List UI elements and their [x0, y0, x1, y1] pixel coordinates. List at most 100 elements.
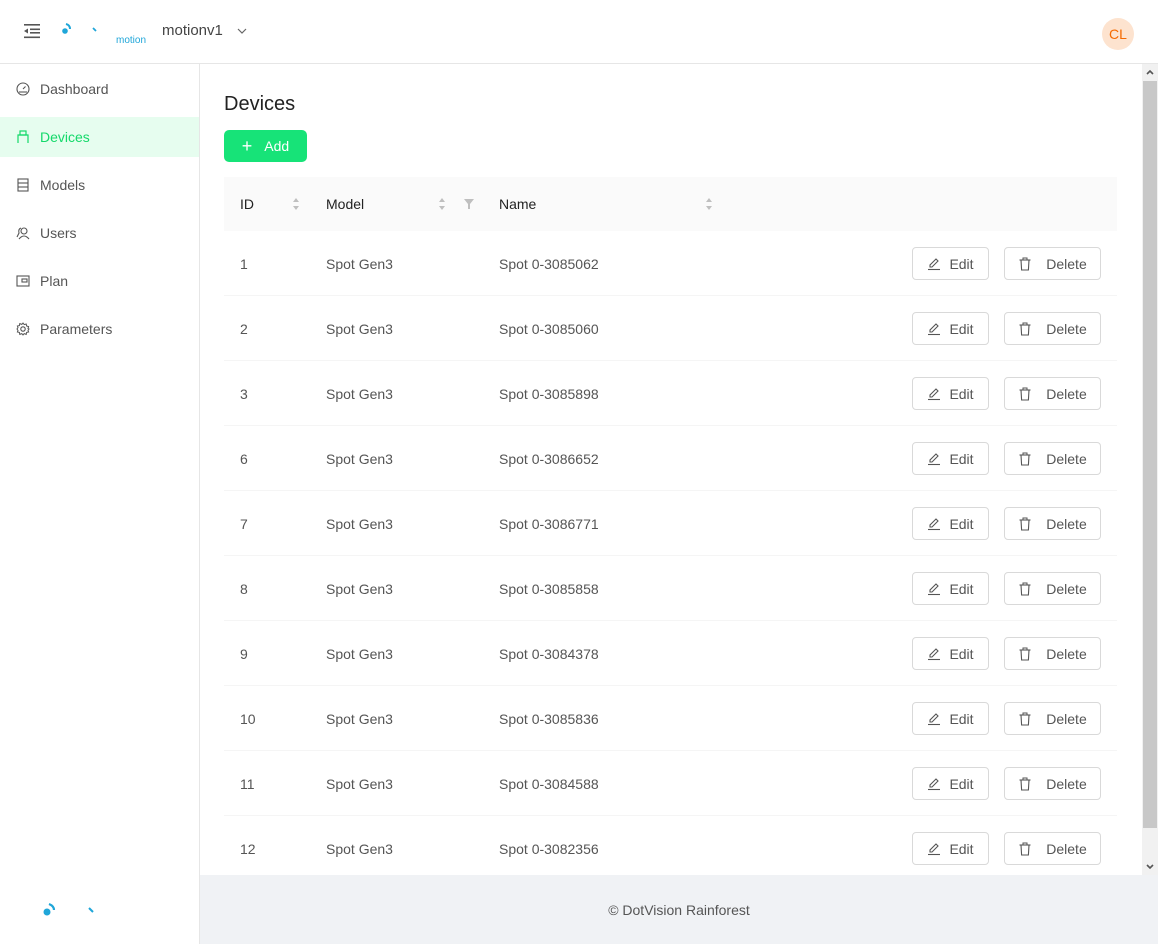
delete-icon [1019, 452, 1031, 466]
users-icon [16, 227, 30, 240]
delete-button[interactable]: Delete [1004, 507, 1101, 540]
edit-icon [928, 517, 941, 530]
table-row: 8 Spot Gen3 Spot 0-3085858 Edit Delete [224, 556, 1117, 621]
cell-model: Spot Gen3 [326, 385, 393, 402]
user-avatar[interactable]: CL [1102, 18, 1134, 50]
footer: © DotVision Rainforest [200, 875, 1158, 944]
table-row: 2 Spot Gen3 Spot 0-3085060 Edit Delete [224, 296, 1117, 361]
chevron-down-icon [237, 28, 247, 34]
cell-model: Spot Gen3 [326, 775, 393, 792]
menu-fold-icon[interactable] [24, 22, 42, 40]
cell-name: Spot 0-3084588 [499, 775, 599, 792]
delete-button-label: Delete [1046, 580, 1087, 597]
cell-model: Spot Gen3 [326, 710, 393, 727]
cell-id: 2 [240, 320, 248, 337]
logo-text: motion [116, 35, 147, 46]
cell-id: 1 [240, 255, 248, 272]
delete-button[interactable]: Delete [1004, 702, 1101, 735]
motion-logo-small-icon [43, 902, 94, 916]
vertical-scrollbar[interactable] [1142, 64, 1158, 875]
edit-button[interactable]: Edit [912, 637, 989, 670]
add-button-label: Add [264, 138, 290, 154]
sort-icon[interactable] [705, 197, 713, 211]
edit-icon [928, 387, 941, 400]
sidebar-item-label: Dashboard [40, 81, 109, 97]
delete-button[interactable]: Delete [1004, 312, 1101, 345]
cell-model: Spot Gen3 [326, 645, 393, 662]
edit-icon [928, 452, 941, 465]
edit-button[interactable]: Edit [912, 507, 989, 540]
filter-icon[interactable] [464, 199, 474, 209]
table-row: 9 Spot Gen3 Spot 0-3084378 Edit Delete [224, 621, 1117, 686]
edit-button[interactable]: Edit [912, 442, 989, 475]
delete-icon [1019, 517, 1031, 531]
edit-button[interactable]: Edit [912, 832, 989, 865]
delete-button[interactable]: Delete [1004, 442, 1101, 475]
table-row: 1 Spot Gen3 Spot 0-3085062 Edit Delete [224, 231, 1117, 296]
delete-button-label: Delete [1046, 450, 1087, 467]
cell-name: Spot 0-3085898 [499, 385, 599, 402]
sidebar-item-parameters[interactable]: Parameters [0, 309, 199, 349]
sidebar-item-label: Users [40, 225, 77, 241]
edit-icon [928, 257, 941, 270]
table-row: 3 Spot Gen3 Spot 0-3085898 Edit Delete [224, 361, 1117, 426]
delete-button[interactable]: Delete [1004, 832, 1101, 865]
cell-name: Spot 0-3086652 [499, 450, 599, 467]
edit-button[interactable]: Edit [912, 702, 989, 735]
cell-name: Spot 0-3086771 [499, 515, 599, 532]
edit-button-label: Edit [949, 385, 974, 402]
edit-button[interactable]: Edit [912, 312, 989, 345]
column-header-model[interactable]: Model [326, 177, 364, 231]
add-device-button[interactable]: + Add [224, 130, 307, 162]
edit-button-label: Edit [949, 580, 974, 597]
edit-icon [928, 777, 941, 790]
delete-icon [1019, 712, 1031, 726]
table-row: 11 Spot Gen3 Spot 0-3084588 Edit Delete [224, 751, 1117, 816]
sidebar-item-models[interactable]: Models [0, 165, 199, 205]
cell-model: Spot Gen3 [326, 450, 393, 467]
edit-icon [928, 322, 941, 335]
edit-button-label: Edit [949, 840, 974, 857]
sidebar-item-users[interactable]: Users [0, 213, 199, 253]
cell-name: Spot 0-3085060 [499, 320, 599, 337]
cell-id: 3 [240, 385, 248, 402]
edit-icon [928, 647, 941, 660]
delete-button[interactable]: Delete [1004, 247, 1101, 280]
delete-button-label: Delete [1046, 320, 1087, 337]
usb-icon [17, 130, 29, 143]
scroll-up-button[interactable] [1142, 64, 1158, 80]
delete-button[interactable]: Delete [1004, 767, 1101, 800]
delete-button-label: Delete [1046, 255, 1087, 272]
cell-id: 10 [240, 710, 256, 727]
sidebar-item-dashboard[interactable]: Dashboard [0, 69, 199, 109]
edit-button-label: Edit [949, 515, 974, 532]
scroll-down-button[interactable] [1142, 859, 1158, 875]
scroll-thumb[interactable] [1143, 81, 1157, 828]
gear-icon [16, 322, 30, 336]
delete-icon [1019, 257, 1031, 271]
column-header-id[interactable]: ID [240, 177, 254, 231]
edit-icon [928, 842, 941, 855]
devices-table: ID Model Name 1 Spot Gen3 Spot 0-3085062 Ed… [224, 177, 1117, 875]
delete-button[interactable]: Delete [1004, 637, 1101, 670]
sort-icon[interactable] [438, 197, 446, 211]
edit-button[interactable]: Edit [912, 572, 989, 605]
delete-button-label: Delete [1046, 515, 1087, 532]
delete-icon [1019, 387, 1031, 401]
sidebar: Dashboard Devices Models Users Plan Para… [0, 64, 200, 944]
sidebar-item-plan[interactable]: Plan [0, 261, 199, 301]
column-header-name[interactable]: Name [499, 177, 536, 231]
cell-model: Spot Gen3 [326, 320, 393, 337]
edit-button[interactable]: Edit [912, 247, 989, 280]
sort-icon[interactable] [292, 197, 300, 211]
edit-button[interactable]: Edit [912, 767, 989, 800]
project-name: motionv1 [162, 22, 223, 39]
delete-icon [1019, 647, 1031, 661]
cell-name: Spot 0-3085836 [499, 710, 599, 727]
sidebar-item-devices[interactable]: Devices [0, 117, 199, 157]
project-selector[interactable]: motionv1 [162, 22, 247, 39]
edit-button[interactable]: Edit [912, 377, 989, 410]
delete-button[interactable]: Delete [1004, 377, 1101, 410]
delete-button[interactable]: Delete [1004, 572, 1101, 605]
cell-id: 12 [240, 840, 256, 857]
